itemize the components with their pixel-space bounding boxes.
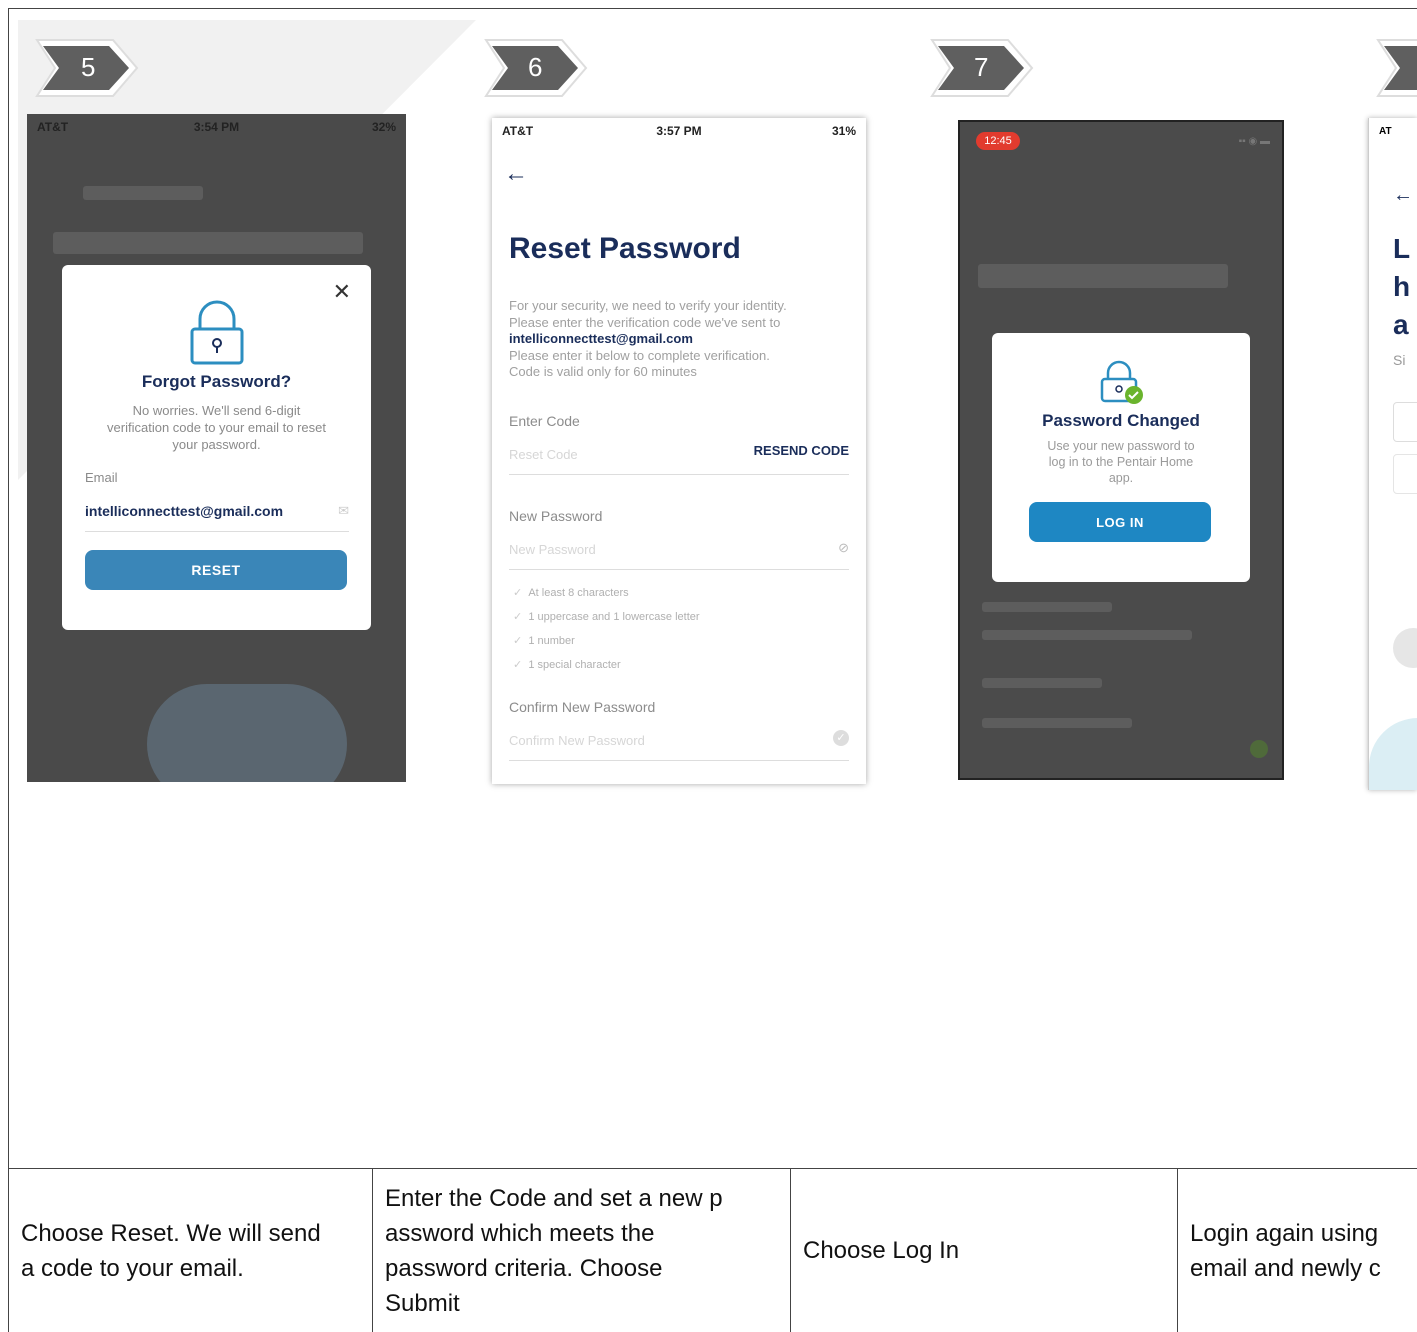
phone-screenshot-login: AT ← L h a Si [1368, 118, 1417, 790]
dialog-title: Password Changed [1042, 411, 1200, 430]
resend-code-button[interactable]: RESEND CODE [754, 443, 849, 458]
check-icon: ✓ [513, 659, 523, 671]
mail-icon: ✉ [338, 503, 349, 518]
confirm-password-input[interactable]: Confirm New Password [509, 733, 645, 748]
check-icon: ✓ [513, 611, 523, 623]
status-bar: AT&T 3:57 PM 31% [492, 118, 866, 144]
confirm-password-label: Confirm New Password [509, 699, 656, 715]
intro-text: For your security, we need to verify you… [509, 298, 787, 379]
blurred-text [53, 232, 363, 254]
email-underline [85, 531, 349, 532]
blurred-text [982, 630, 1192, 640]
log-in-button[interactable]: LOG IN [1029, 502, 1211, 542]
phone-screenshot-reset-password: AT&T 3:57 PM 31% ← Reset Password For yo… [492, 118, 866, 784]
time-badge: 12:45 [976, 132, 1020, 150]
status-icons: ▪▪ ◉ ▬ [1238, 136, 1270, 147]
code-input[interactable]: Reset Code [509, 447, 578, 462]
lock-icon [190, 300, 244, 365]
check-icon: ✓ [513, 587, 523, 599]
step-8-badge [1374, 36, 1417, 100]
code-underline [509, 474, 849, 475]
back-arrow-icon[interactable]: ← [1393, 184, 1413, 207]
criteria-item: ✓ 1 number [513, 635, 575, 647]
step-number: 6 [528, 52, 543, 82]
dialog-text: Use your new password to log in to the P… [1047, 439, 1195, 485]
forgot-password-dialog: ✕ Forgot Password? No worries. We'll sen… [62, 265, 371, 630]
check-circle-icon: ✓ [833, 730, 849, 746]
email-input[interactable] [1393, 402, 1417, 442]
caption-cell-step-8: Login again using email and newly c [1190, 1219, 1381, 1282]
step-7-badge: 7 [928, 36, 1036, 100]
step-5-badge: 5 [33, 36, 141, 100]
blurred-graphic [147, 684, 347, 782]
login-heading: L h a [1393, 233, 1411, 340]
caption-cell-step-5: Choose Reset. We will send a code to you… [21, 1219, 321, 1282]
blurred-text [83, 186, 203, 200]
blurred-text [982, 718, 1132, 728]
new-password-underline [509, 569, 849, 570]
step-number: 7 [974, 52, 989, 82]
code-label: Enter Code [509, 413, 580, 429]
dialog-text: No worries. We'll send 6-digit verificat… [107, 403, 326, 452]
criteria-item: ✓ 1 uppercase and 1 lowercase letter [513, 611, 700, 623]
password-input[interactable] [1393, 454, 1417, 494]
carrier: AT [1379, 126, 1392, 137]
step-number: 5 [81, 52, 96, 82]
password-changed-dialog: Password Changed Use your new password t… [992, 333, 1250, 582]
blurred-text [982, 602, 1112, 612]
new-password-label: New Password [509, 508, 603, 524]
criteria-item: ✓ At least 8 characters [513, 587, 629, 599]
phone-screenshot-password-changed: 12:45 ▪▪ ◉ ▬ Password Changed Use your n… [958, 120, 1284, 780]
confirm-password-underline [509, 760, 849, 761]
email-label: Email [85, 470, 118, 485]
login-subtitle: Si [1393, 352, 1406, 368]
clock: 3:57 PM [656, 124, 702, 138]
dialog-title: Forgot Password? [141, 372, 292, 391]
login-button[interactable] [1393, 628, 1417, 668]
close-icon[interactable]: ✕ [333, 279, 351, 305]
blurred-text [982, 678, 1102, 688]
lock-check-icon [1100, 360, 1143, 404]
criteria-item: ✓ 1 special character [513, 659, 621, 671]
caption-cell-step-7: Choose Log In [803, 1237, 960, 1264]
background-wave [1369, 718, 1417, 790]
page-title: Reset Password [509, 232, 741, 265]
blurred-text [978, 264, 1228, 288]
battery-level: 31% [831, 124, 856, 138]
back-arrow-icon[interactable]: ← [504, 160, 528, 188]
eye-off-icon[interactable]: ⊘ [838, 540, 849, 556]
reset-button[interactable]: RESET [85, 550, 347, 590]
check-icon: ✓ [513, 635, 523, 647]
email-field[interactable]: intelliconnecttest@gmail.com [85, 503, 283, 519]
battery-level: 32% [371, 120, 396, 134]
blurred-dot [1250, 740, 1268, 758]
step-6-badge: 6 [482, 36, 590, 100]
status-bar: AT&T 3:54 PM 32% [27, 114, 406, 140]
clock: 3:54 PM [193, 120, 240, 134]
phone-screenshot-forgot-password: AT&T 3:54 PM 32% ✕ Forgot Password? No w… [27, 114, 406, 782]
caption-cell-step-6: Enter the Code and set a new p assword w… [385, 1184, 723, 1317]
new-password-input[interactable]: New Password [509, 542, 596, 557]
